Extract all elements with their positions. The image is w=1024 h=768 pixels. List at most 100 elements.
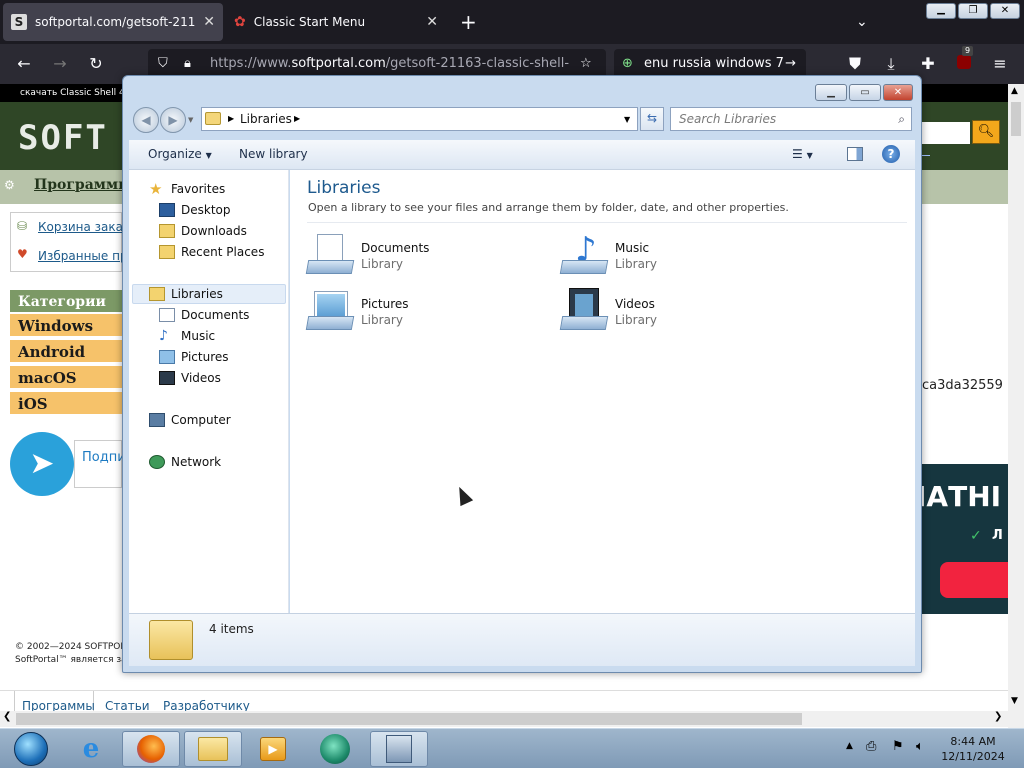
action-center-flag-icon[interactable]: ⚑ — [892, 739, 904, 754]
nav-recent-places[interactable]: Recent Places — [159, 245, 264, 259]
downloads-icon[interactable]: ⤓ — [879, 52, 903, 76]
hash-text: ca3da32559 — [922, 378, 1003, 393]
organize-button[interactable]: Organize ▼ — [148, 147, 212, 161]
site-search-icon[interactable]: 🔍︎ — [972, 120, 1000, 144]
site-logo[interactable]: SOFT — [18, 118, 108, 158]
refresh-button[interactable]: ⇆ — [640, 107, 664, 131]
category-ios[interactable]: iOS — [10, 392, 122, 416]
library-pictures[interactable]: Pictures Library — [305, 288, 409, 336]
browser-tab-bar: S softportal.com/getsoft-21163-c ✕ ✿ Cla… — [0, 0, 1024, 44]
library-videos[interactable]: Videos Library — [559, 288, 657, 336]
category-windows[interactable]: Windows — [10, 314, 122, 338]
scroll-left-icon[interactable]: ❮ — [3, 711, 11, 722]
window-minimize-button[interactable]: ▁ — [926, 3, 956, 19]
library-type: Library — [361, 313, 403, 327]
reload-icon[interactable]: ↻ — [84, 52, 108, 76]
horizontal-scroll-thumb[interactable] — [16, 713, 802, 725]
horizontal-scrollbar[interactable]: ❮ ❯ — [0, 711, 1010, 727]
category-macos[interactable]: macOS — [10, 366, 122, 390]
address-bar[interactable]: ▶ Libraries ▶ ▼ — [201, 107, 638, 131]
ublock-icon[interactable]: 9 — [952, 46, 976, 76]
nav-downloads[interactable]: Downloads — [159, 224, 247, 238]
chevron-right-icon[interactable]: ▶ — [228, 114, 234, 123]
vertical-scroll-thumb[interactable] — [1011, 102, 1021, 136]
menu-programs-link[interactable]: Программы — [34, 177, 132, 193]
forward-arrow-icon[interactable]: → — [48, 52, 72, 76]
nav-favorites[interactable]: ★ Favorites — [149, 182, 225, 197]
banner-cta-button[interactable] — [940, 562, 1008, 598]
nav-libraries[interactable]: Libraries — [149, 287, 223, 301]
recent-pages-chevron-down-icon[interactable]: ▼ — [188, 116, 193, 124]
tab-title: softportal.com/getsoft-21163-c — [35, 15, 195, 29]
taskbar-internet-explorer[interactable]: e — [62, 731, 120, 767]
taskbar-installer[interactable] — [370, 731, 428, 767]
telegram-icon[interactable]: ➤ — [10, 432, 74, 496]
new-library-button[interactable]: New library — [239, 147, 308, 161]
address-dropdown-chevron-down-icon[interactable]: ▼ — [624, 115, 630, 124]
nav-videos[interactable]: Videos — [159, 371, 221, 385]
help-icon[interactable]: ? — [882, 145, 900, 163]
recent-places-icon — [159, 245, 175, 259]
back-button[interactable]: ◀ — [133, 107, 159, 133]
tab-softportal[interactable]: S softportal.com/getsoft-21163-c ✕ — [3, 3, 223, 41]
system-clock[interactable]: 8:44 AM 12/11/2024 — [938, 734, 1008, 764]
nav-pictures[interactable]: Pictures — [159, 350, 229, 364]
taskbar-explorer[interactable] — [184, 731, 242, 767]
close-tab-icon[interactable]: ✕ — [426, 14, 438, 30]
scroll-right-icon[interactable]: ❯ — [994, 711, 1002, 722]
nav-documents[interactable]: Documents — [159, 308, 249, 322]
taskbar-firefox[interactable] — [122, 731, 180, 767]
window-restore-button[interactable]: ❐ — [958, 3, 988, 19]
explorer-close-button[interactable]: ✕ — [883, 84, 913, 101]
taskbar-app-green[interactable] — [306, 731, 364, 767]
nav-desktop[interactable]: Desktop — [159, 203, 231, 217]
library-name: Videos — [615, 297, 655, 311]
scroll-up-icon[interactable]: ▲ — [1011, 86, 1018, 96]
libraries-icon — [149, 287, 165, 301]
volume-muted-icon[interactable]: 🔈︎ — [916, 739, 924, 754]
libraries-folder-large-icon — [149, 620, 193, 660]
library-music[interactable]: ♪ Music Library — [559, 230, 657, 280]
search-libraries-input[interactable]: Search Libraries ⌕ — [670, 107, 912, 131]
search-icon[interactable]: ⌕ — [898, 108, 905, 130]
category-android[interactable]: Android — [10, 340, 122, 364]
explorer-minimize-button[interactable]: ▁ — [815, 84, 847, 101]
menu-hamburger-icon[interactable]: ≡ — [988, 52, 1012, 76]
pocket-icon[interactable]: ⛊ — [843, 52, 867, 76]
extensions-puzzle-icon[interactable]: ✚ — [916, 52, 940, 76]
chevron-right-icon[interactable]: ▶ — [294, 114, 300, 123]
item-count: 4 items — [209, 622, 254, 636]
taskbar-media-player[interactable]: ▶ — [244, 731, 302, 767]
desktop-icon — [159, 203, 175, 217]
cart-link[interactable]: Корзина закач — [38, 220, 130, 234]
breadcrumb-libraries[interactable]: Libraries — [240, 112, 292, 126]
start-button[interactable] — [2, 731, 60, 767]
site-favicon-icon: S — [11, 14, 27, 30]
explorer-maximize-button[interactable]: ▭ — [849, 84, 881, 101]
documents-library-icon — [305, 232, 355, 280]
library-documents[interactable]: Documents Library — [305, 232, 429, 280]
scroll-down-icon[interactable]: ▼ — [1011, 696, 1018, 706]
site-banner[interactable]: ІАТНІ ✓ Л — [916, 464, 1008, 614]
tab-classic-start-menu[interactable]: ✿ Classic Start Menu ✕ — [226, 3, 446, 41]
telegram-subscribe-link[interactable]: Подпи — [82, 450, 126, 465]
music-note-icon: ♪ — [159, 328, 168, 344]
site-search-input[interactable] — [920, 122, 970, 144]
change-view-icon[interactable]: ☰ ▼ — [792, 147, 813, 161]
preview-pane-icon[interactable] — [847, 147, 863, 161]
back-arrow-icon[interactable]: ← — [12, 52, 36, 76]
list-tabs-chevron-down-icon[interactable]: ⌄ — [848, 3, 878, 41]
window-close-button[interactable]: ✕ — [990, 3, 1020, 19]
content-title: Libraries — [307, 178, 381, 198]
nav-music[interactable]: ♪ Music — [159, 329, 215, 343]
nav-network[interactable]: Network — [149, 455, 221, 469]
close-tab-icon[interactable]: ✕ — [203, 14, 215, 30]
vertical-scrollbar[interactable]: ▲ ▼ — [1008, 84, 1024, 728]
check-icon: ✓ — [970, 528, 982, 544]
nav-computer[interactable]: Computer — [149, 413, 231, 427]
devices-tray-icon[interactable]: ⎙ — [866, 739, 876, 754]
favorites-link[interactable]: Избранные пр — [38, 249, 128, 263]
new-tab-button[interactable]: + — [452, 3, 488, 41]
forward-button[interactable]: ▶ — [160, 107, 186, 133]
show-hidden-icons-icon[interactable]: ▲ — [846, 741, 853, 751]
